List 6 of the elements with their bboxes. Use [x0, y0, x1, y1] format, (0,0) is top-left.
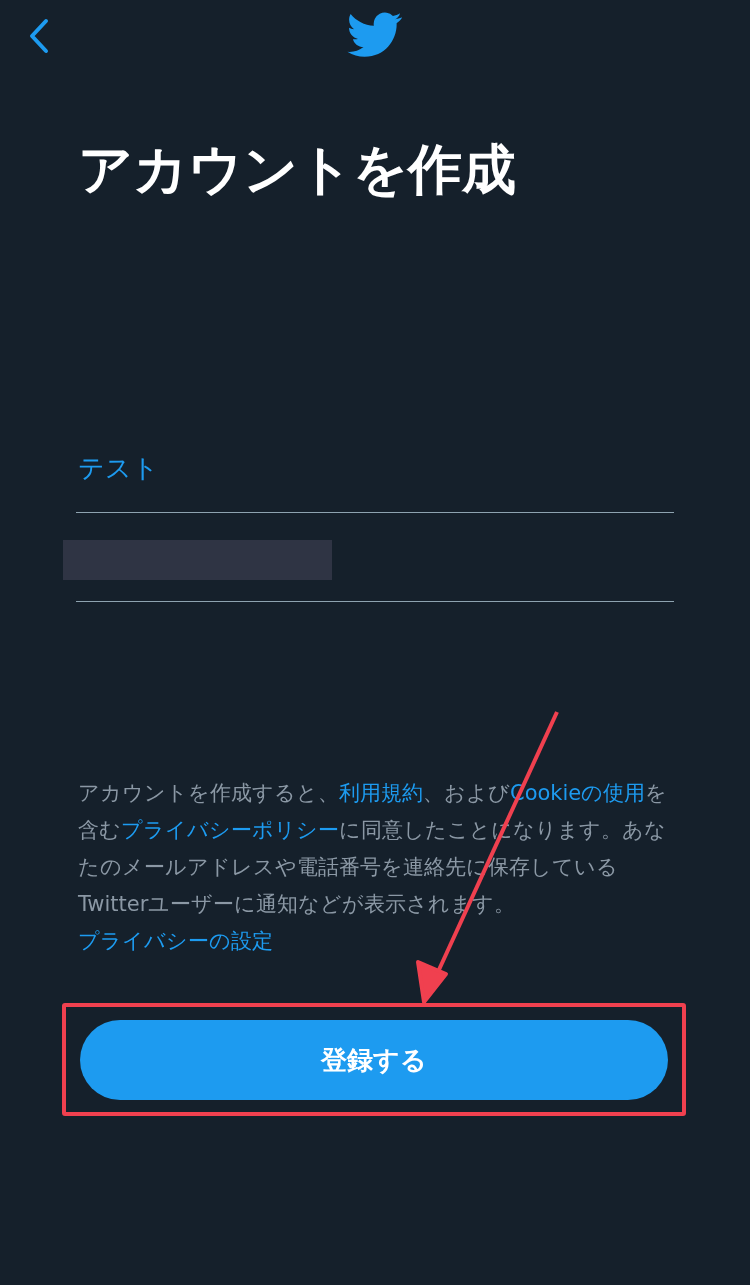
- bird-logo-icon: [347, 12, 403, 58]
- terms-link[interactable]: 利用規約: [339, 781, 423, 805]
- submit-button[interactable]: 登録する: [80, 1020, 668, 1100]
- terms-link[interactable]: プライバシーポリシー: [121, 818, 339, 842]
- terms-link[interactable]: プライバシーの設定: [78, 929, 273, 953]
- page-title: アカウントを作成: [78, 137, 517, 203]
